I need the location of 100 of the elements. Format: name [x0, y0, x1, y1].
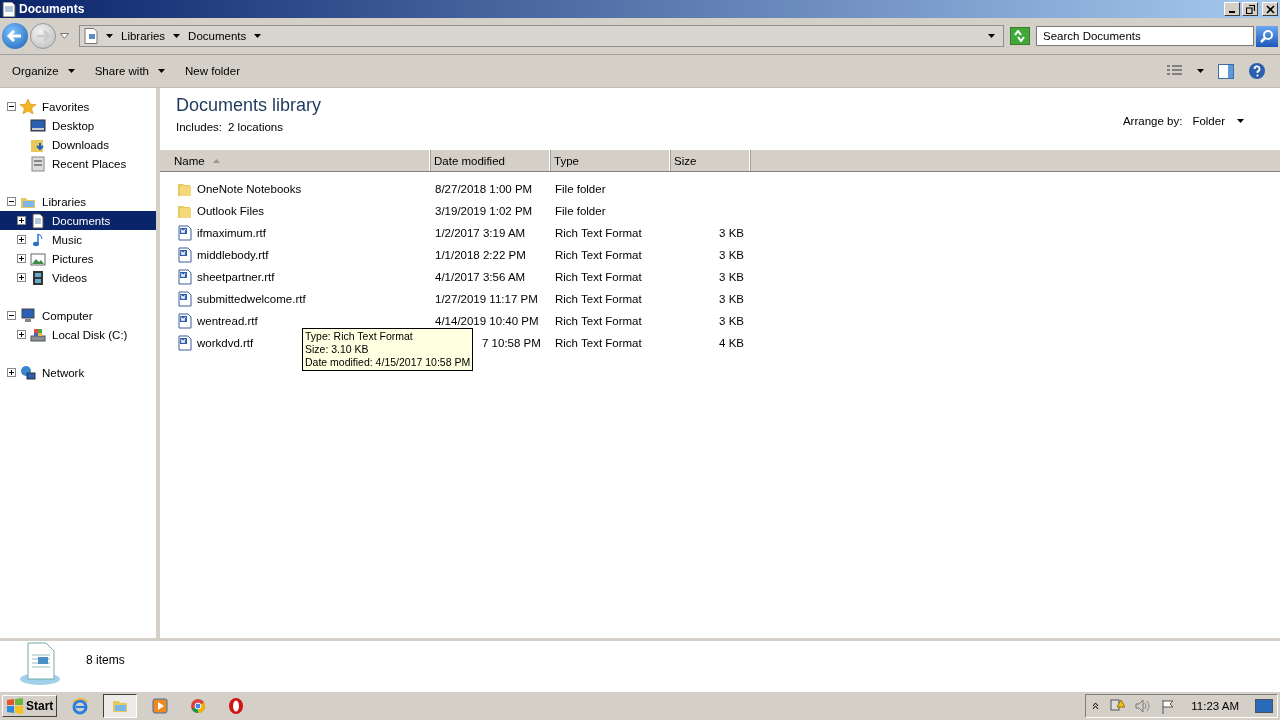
- minimize-button[interactable]: [1224, 2, 1240, 16]
- breadcrumb-dropdown[interactable]: [252, 32, 264, 40]
- computer-icon: [20, 307, 36, 324]
- tree-item[interactable]: Documents: [0, 211, 156, 230]
- tree-item[interactable]: Desktop: [0, 116, 156, 135]
- column-header[interactable]: Date modified: [430, 150, 550, 171]
- size-cell: 3 KB: [719, 293, 744, 305]
- caret-icon: [1197, 69, 1204, 73]
- tree-item[interactable]: Network: [0, 363, 156, 382]
- size-cell: 3 KB: [719, 271, 744, 283]
- tree-item[interactable]: Libraries: [0, 192, 156, 211]
- refresh-button[interactable]: [1010, 27, 1030, 45]
- caret-icon: [173, 34, 181, 38]
- volume-icon[interactable]: [1135, 699, 1152, 713]
- network-icon: [20, 364, 36, 381]
- file-name[interactable]: submittedwelcome.rtf: [197, 293, 306, 305]
- collapse-icon[interactable]: [7, 197, 16, 206]
- breadcrumb[interactable]: Libraries: [121, 30, 166, 42]
- locations-link[interactable]: 2 locations: [228, 121, 283, 133]
- document-icon: [177, 291, 193, 307]
- file-name[interactable]: workdvd.rtf: [197, 337, 254, 349]
- chrome-icon: [189, 697, 208, 715]
- type-cell: File folder: [555, 183, 606, 195]
- column-header[interactable]: Size: [670, 150, 750, 171]
- caret-icon: [1237, 119, 1244, 123]
- type-cell: Rich Text Format: [555, 337, 642, 349]
- toolbar-button[interactable]: Organize: [4, 61, 83, 81]
- collapse-icon[interactable]: [7, 311, 16, 320]
- library-title: Documents library: [176, 95, 322, 116]
- start-button[interactable]: Start: [2, 695, 58, 717]
- taskbar-app[interactable]: [103, 694, 138, 718]
- column-header[interactable]: Name: [160, 150, 430, 171]
- toolbar-button[interactable]: New folder: [177, 61, 248, 81]
- address-bar[interactable]: Libraries Documents: [79, 25, 1004, 47]
- preview-pane-button[interactable]: [1216, 61, 1236, 81]
- close-button[interactable]: [1262, 2, 1278, 16]
- caret-icon: [254, 34, 262, 38]
- tooltip-text: Type: Rich Text Format: [305, 330, 414, 343]
- tree-item[interactable]: Pictures: [0, 249, 156, 268]
- address-dropdown[interactable]: [986, 32, 997, 40]
- type-cell: Rich Text Format: [555, 271, 642, 283]
- folder-icon: [177, 181, 193, 197]
- file-name[interactable]: sheetpartner.rtf: [197, 271, 275, 283]
- tooltip-text: Date modified: 4/15/2017 10:58 PM: [305, 356, 471, 369]
- windows-logo: [6, 698, 24, 714]
- expand-icon[interactable]: [17, 216, 26, 225]
- document-icon: [18, 641, 62, 687]
- toolbar-button[interactable]: Share with: [86, 61, 173, 81]
- expand-icon[interactable]: [17, 254, 26, 263]
- search-field[interactable]: Search Documents: [1036, 26, 1254, 46]
- refresh-icon: [1013, 30, 1027, 42]
- clock[interactable]: 11:23 AM: [1191, 700, 1239, 712]
- caret-icon: [158, 69, 165, 73]
- expand-icon[interactable]: [17, 273, 26, 282]
- collapse-icon[interactable]: [7, 102, 16, 111]
- flag-icon[interactable]: [1161, 698, 1176, 714]
- file-name[interactable]: middlebody.rtf: [197, 249, 269, 261]
- disk-icon: [30, 326, 46, 343]
- caret-icon: [988, 34, 995, 38]
- file-name[interactable]: ifmaximum.rtf: [197, 227, 266, 239]
- network-icon[interactable]: [1109, 698, 1126, 714]
- expand-icon[interactable]: [17, 235, 26, 244]
- tree-item[interactable]: Local Disk (C:): [0, 325, 156, 344]
- back-button[interactable]: [2, 23, 28, 49]
- breadcrumb[interactable]: Documents: [188, 30, 247, 42]
- search-button[interactable]: [1256, 25, 1278, 47]
- document-icon: [177, 247, 193, 263]
- tree-item[interactable]: Music: [0, 230, 156, 249]
- folder-icon: [177, 203, 193, 219]
- chevron-icon[interactable]: [1092, 702, 1100, 710]
- breadcrumb-dropdown[interactable]: [171, 32, 183, 40]
- date-cell: 3/19/2019 1:02 PM: [435, 205, 533, 217]
- tree-item[interactable]: Recent Places: [0, 154, 156, 173]
- tree-item[interactable]: Downloads: [0, 135, 156, 154]
- date-cell: 1/2/2017 3:19 AM: [435, 227, 526, 239]
- expand-icon[interactable]: [17, 330, 26, 339]
- tree-item[interactable]: Computer: [0, 306, 156, 325]
- pictures-icon: [30, 250, 46, 267]
- column-header[interactable]: Type: [550, 150, 670, 171]
- documents-icon: [30, 212, 46, 229]
- type-cell: Rich Text Format: [555, 227, 642, 239]
- videos-icon: [30, 269, 46, 286]
- breadcrumb-dropdown[interactable]: [104, 32, 115, 40]
- file-name[interactable]: Outlook Files: [197, 205, 265, 217]
- recent-icon: [30, 155, 46, 172]
- tree-item[interactable]: Favorites: [0, 97, 156, 116]
- tree-item[interactable]: Videos: [0, 268, 156, 287]
- help-button[interactable]: [1246, 60, 1268, 82]
- size-cell: 3 KB: [719, 315, 744, 327]
- arrange-dropdown[interactable]: Folder: [1192, 115, 1244, 127]
- view-dropdown[interactable]: [1195, 67, 1206, 75]
- date-cell: 1/27/2019 11:17 PM: [435, 293, 538, 305]
- expand-icon[interactable]: [7, 368, 16, 377]
- date-cell: 8/27/2018 1:00 PM: [435, 183, 533, 195]
- size-cell: 3 KB: [719, 249, 744, 261]
- file-name[interactable]: OneNote Notebooks: [197, 183, 302, 195]
- document-icon: [84, 28, 98, 44]
- history-dropdown[interactable]: [58, 31, 71, 41]
- file-name[interactable]: wentread.rtf: [197, 315, 258, 327]
- restore-button[interactable]: [1242, 2, 1258, 16]
